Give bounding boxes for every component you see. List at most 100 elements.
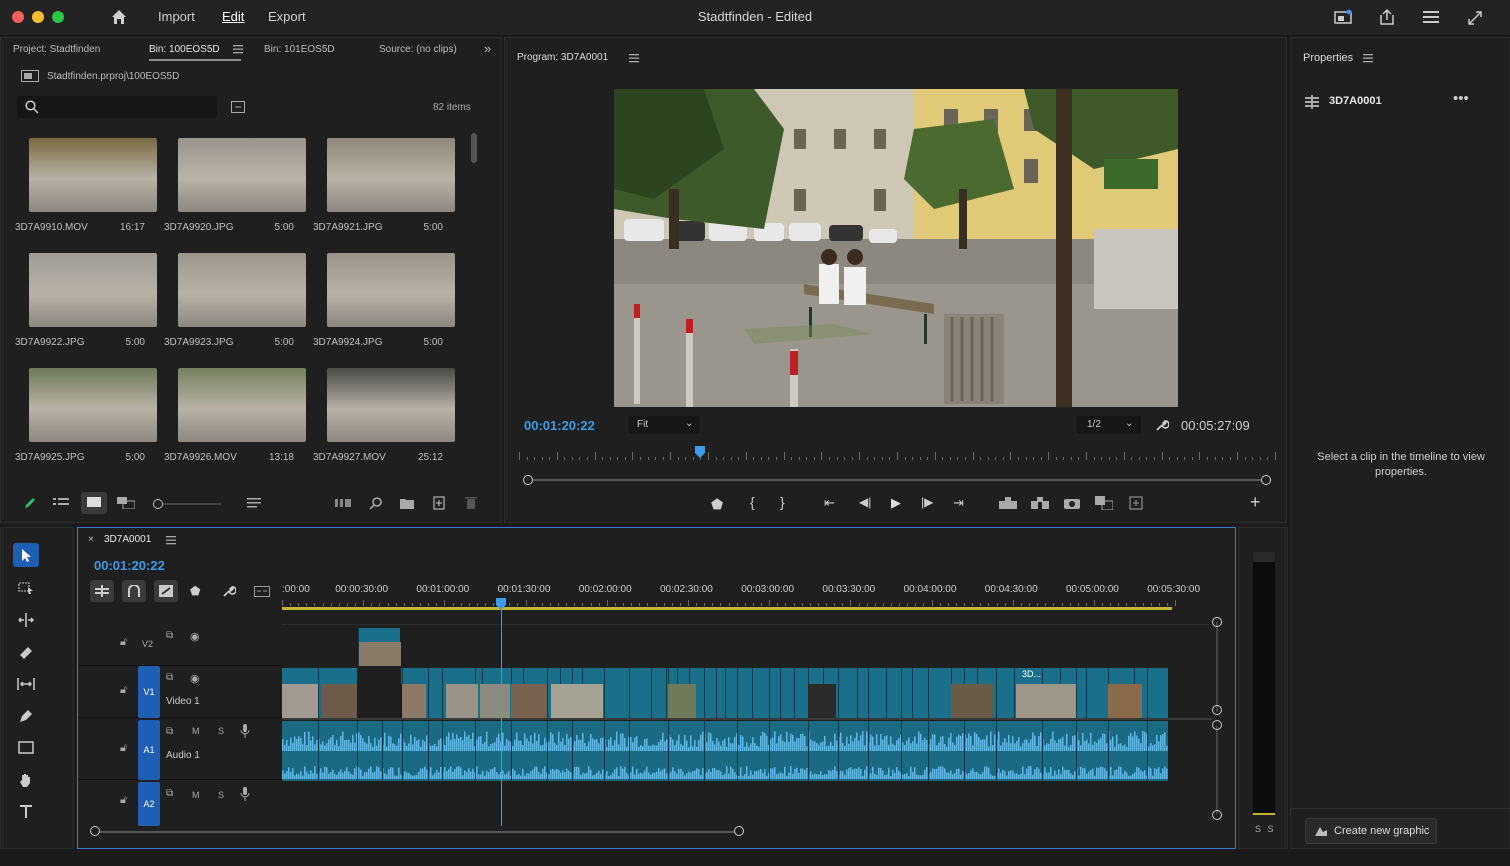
clip-v2[interactable] [358,628,401,666]
linked-selection-button[interactable] [154,580,178,602]
video-tracks-scrollbar[interactable] [1216,622,1218,712]
quick-export-icon[interactable] [1334,9,1352,25]
fit-dropdown[interactable]: Fit ⌄ [629,416,699,434]
search-input[interactable] [17,96,217,118]
step-forward-icon[interactable]: |▶ [921,495,933,509]
clip-thumbnail[interactable] [29,368,157,442]
timeline-playhead[interactable] [501,600,503,826]
audio1-clips[interactable] [282,721,1168,781]
sync-lock-icon[interactable]: ⧉ [166,672,173,683]
list-view-icon[interactable] [53,497,69,509]
share-icon[interactable] [1379,8,1395,26]
track-target-v1[interactable]: V1 [138,666,160,718]
program-timecode[interactable]: 00:01:20:22 [524,418,595,433]
more-options-icon[interactable]: ••• [1453,90,1469,107]
program-zoom-bar[interactable] [523,475,1271,485]
track-target-a2[interactable]: A2 [138,782,160,826]
microphone-icon[interactable] [240,724,250,738]
sync-lock-icon[interactable]: ⧉ [166,630,173,641]
new-item-icon[interactable] [433,496,445,510]
mute-button[interactable]: M [192,790,200,800]
zoom-bar-right-handle[interactable] [1261,475,1271,485]
fullscreen-icon[interactable] [1466,9,1484,27]
camera-icon[interactable] [1064,497,1080,509]
compare-view-icon[interactable] [1095,496,1113,510]
mark-out-icon[interactable]: } [780,494,785,510]
sequence-tab[interactable]: 3D7A0001 [104,534,151,545]
icon-view-button[interactable] [81,492,107,514]
type-tool[interactable] [13,800,39,824]
pencil-icon[interactable] [23,496,37,510]
clip-thumbnail[interactable] [178,368,306,442]
zoom-bar-left-handle[interactable] [523,475,533,485]
trash-icon[interactable] [465,496,477,510]
scroll-handle[interactable] [1212,810,1222,820]
slip-tool[interactable] [13,672,39,696]
timeline-horizontal-scrollbar[interactable] [96,831,741,833]
program-menu-icon[interactable] [629,54,639,63]
project-scrollbar[interactable] [471,133,477,163]
clip-thumbnail[interactable] [327,368,455,442]
go-to-out-icon[interactable]: ⇥ [953,495,964,511]
timeline-ruler[interactable]: :00:00 00:00:30:00 00:01:00:00 00:01:30:00 0… [282,580,1212,610]
ripple-edit-tool[interactable] [13,608,39,632]
lock-icon[interactable]: 🔓︎ [120,684,127,697]
lift-icon[interactable] [999,497,1017,509]
tab-source[interactable]: Source: (no clips) [379,44,457,55]
clip-thumbnail[interactable] [327,138,455,212]
scroll-handle[interactable] [90,826,100,836]
zoom-slider-track[interactable] [163,503,221,505]
find-icon[interactable] [369,496,383,510]
nest-toggle-button[interactable] [90,580,114,602]
timeline-playhead-handle[interactable] [496,598,507,610]
zoom-slider-handle[interactable] [153,499,163,509]
timeline-marker-icon[interactable]: ⬟ [190,584,200,598]
close-sequence-icon[interactable]: × [88,534,94,545]
extract-icon[interactable] [1031,497,1049,509]
scroll-handle[interactable] [1212,617,1222,627]
hand-tool[interactable] [13,768,39,792]
sort-icon[interactable] [247,497,261,509]
clip-thumbnail[interactable] [327,253,455,327]
selection-tool[interactable] [13,543,39,567]
razor-tool[interactable] [13,640,39,664]
tab-project[interactable]: Project: Stadtfinden [13,44,100,55]
freeform-view-icon[interactable] [117,497,135,509]
automate-to-sequence-icon[interactable] [335,497,351,509]
clip-thumbnail[interactable] [29,138,157,212]
rectangle-tool[interactable] [13,736,39,760]
panel-menu-icon[interactable] [233,44,243,54]
lock-icon[interactable]: 🔓︎ [120,742,127,755]
solo-button[interactable]: S [218,726,224,736]
add-marker-icon[interactable]: ⬟ [711,496,723,513]
lock-icon[interactable]: 🔓︎ [120,794,127,807]
properties-menu-icon[interactable] [1363,54,1373,63]
audio-tracks-scrollbar[interactable] [1216,726,1218,814]
multicam-icon[interactable] [1129,496,1143,510]
track-select-tool[interactable] [13,576,39,600]
workspaces-icon[interactable] [1422,9,1440,25]
program-time-ruler[interactable] [519,444,1276,460]
lock-icon[interactable]: 🔓︎ [120,636,127,649]
scroll-handle[interactable] [1212,705,1222,715]
pen-tool[interactable] [13,704,39,728]
scroll-handle[interactable] [1212,720,1222,730]
scroll-handle[interactable] [734,826,744,836]
tab-bin-101eos5d[interactable]: Bin: 101EOS5D [264,44,335,55]
clip-thumbnail[interactable] [178,138,306,212]
create-new-graphic-button[interactable]: Create new graphic [1305,818,1437,844]
solo-button[interactable]: S [218,790,224,800]
step-back-icon[interactable]: ◀| [859,495,871,509]
timeline-timecode[interactable]: 00:01:20:22 [94,558,165,573]
more-tabs-icon[interactable]: » [484,41,491,56]
eye-icon[interactable]: ◉ [190,630,200,643]
microphone-icon[interactable] [240,787,250,801]
go-to-in-icon[interactable]: ⇤ [824,495,835,511]
new-bin-from-search-icon[interactable] [231,101,245,113]
new-bin-icon[interactable] [400,497,414,509]
wrench-icon[interactable] [1155,418,1169,432]
eye-icon[interactable]: ◉ [190,672,200,685]
sync-lock-icon[interactable]: ⧉ [166,788,173,799]
button-editor-add-icon[interactable]: + [1250,492,1261,513]
sync-lock-icon[interactable]: ⧉ [166,726,173,737]
